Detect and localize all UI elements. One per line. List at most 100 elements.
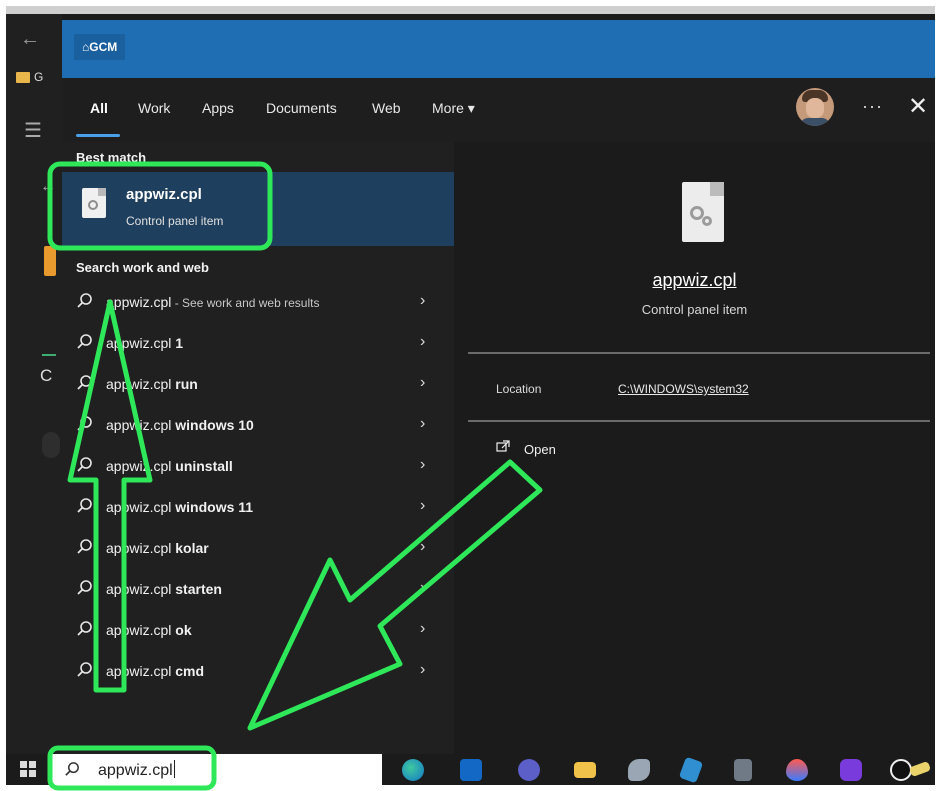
suggestion-text: appwiz.cpl 1 (106, 335, 183, 351)
suggestion-text: appwiz.cpl - See work and web results (106, 294, 319, 310)
edge-icon[interactable] (402, 759, 424, 781)
g-app-icon[interactable] (890, 759, 912, 781)
control-panel-file-icon (682, 182, 724, 242)
taskbar-search-input[interactable]: appwiz.cpl (52, 754, 382, 785)
suggestion-hint: - See work and web results (171, 296, 320, 310)
suggestion-completion: kolar (171, 540, 209, 556)
org-banner: ⌂GCM (62, 20, 935, 78)
chevron-right-icon[interactable]: › (420, 661, 425, 679)
folder-icon (16, 72, 30, 83)
teams-icon[interactable] (518, 759, 540, 781)
tab-all[interactable]: All (90, 100, 108, 116)
search-suggestion-row[interactable]: appwiz.cpl windows 11 › (62, 487, 454, 528)
suggestion-text: appwiz.cpl starten (106, 581, 222, 597)
search-work-web-heading: Search work and web (76, 260, 209, 275)
back-arrow-icon[interactable]: ← (20, 28, 40, 51)
suggestion-text: appwiz.cpl run (106, 376, 198, 392)
purple-app-icon[interactable] (840, 759, 862, 781)
search-suggestion-row[interactable]: appwiz.cpl 1 › (62, 323, 454, 364)
search-icon (77, 293, 92, 308)
suggestion-text: appwiz.cpl ok (106, 622, 192, 638)
outlook-icon[interactable] (460, 759, 482, 781)
suggestion-text: appwiz.cpl windows 11 (106, 499, 253, 515)
search-suggestion-row[interactable]: appwiz.cpl kolar › (62, 528, 454, 569)
calculator-icon[interactable] (734, 759, 752, 781)
best-match-subtitle: Control panel item (126, 214, 224, 228)
tab-work[interactable]: Work (138, 100, 170, 116)
suggestion-query: appwiz.cpl (106, 499, 172, 515)
more-dots-icon[interactable]: ··· (862, 96, 883, 117)
chevron-right-icon[interactable]: › (420, 333, 425, 351)
chevron-right-icon[interactable]: › (420, 579, 425, 597)
search-suggestion-row[interactable]: appwiz.cpl run › (62, 364, 454, 405)
search-suggestion-row[interactable]: appwiz.cpl uninstall › (62, 446, 454, 487)
file-explorer-icon[interactable] (574, 762, 596, 778)
best-match-item[interactable]: appwiz.cpl Control panel item (62, 172, 454, 246)
search-suggestion-row[interactable]: appwiz.cpl - See work and web results › (62, 282, 454, 323)
background-heading-letter: C (40, 366, 53, 385)
windows-start-icon[interactable] (20, 761, 36, 777)
suggestion-completion: windows 10 (171, 417, 254, 433)
search-icon (77, 580, 92, 595)
suggestion-query: appwiz.cpl (106, 663, 172, 679)
chevron-right-icon[interactable]: › (420, 415, 425, 433)
search-suggestion-row[interactable]: appwiz.cpl windows 10 › (62, 405, 454, 446)
search-icon (77, 662, 92, 677)
location-link[interactable]: C:\WINDOWS\system32 (618, 382, 749, 396)
search-icon (77, 457, 92, 472)
background-window: ← G ☰ ← C (6, 14, 62, 754)
suggestion-completion: 1 (171, 335, 184, 351)
search-suggestion-row[interactable]: appwiz.cpl starten › (62, 569, 454, 610)
search-icon (77, 416, 92, 431)
background-tab-label: G (34, 70, 44, 84)
suggestion-text: appwiz.cpl kolar (106, 540, 209, 556)
background-pill (42, 432, 60, 458)
suggestion-completion: uninstall (171, 458, 233, 474)
suggestion-text: appwiz.cpl windows 10 (106, 417, 254, 433)
eraser-icon[interactable] (908, 760, 932, 778)
chevron-right-icon[interactable]: › (420, 456, 425, 474)
hamburger-icon[interactable]: ☰ (24, 118, 42, 143)
start-search-panel: ⌂GCM All Work Apps Documents Web More ▾ … (62, 20, 935, 754)
search-icon (65, 762, 79, 776)
location-label: Location (496, 382, 542, 396)
suggestion-query: appwiz.cpl (106, 458, 172, 474)
window-top-strip (6, 6, 935, 14)
suggestion-completion: ok (171, 622, 192, 638)
open-action[interactable]: Open (524, 442, 556, 457)
tab-documents[interactable]: Documents (266, 100, 337, 116)
chevron-right-icon[interactable]: › (420, 292, 425, 310)
screenshot-frame: ← G ☰ ← C ⌂GCM All Work Apps Documents W… (6, 6, 935, 785)
app-tile-icon (44, 246, 56, 276)
chevron-right-icon[interactable]: › (420, 538, 425, 556)
suggestion-query: appwiz.cpl (106, 417, 172, 433)
search-suggestion-row[interactable]: appwiz.cpl cmd › (62, 651, 454, 692)
close-icon[interactable]: ✕ (908, 92, 928, 121)
active-tab-indicator (76, 134, 120, 137)
suggestion-query: appwiz.cpl (106, 376, 172, 392)
tab-apps[interactable]: Apps (202, 100, 234, 116)
chevron-right-icon[interactable]: › (420, 620, 425, 638)
suggestion-completion: windows 11 (171, 499, 254, 515)
user-avatar[interactable] (796, 88, 834, 126)
best-match-title: appwiz.cpl (126, 186, 202, 203)
detail-title[interactable]: appwiz.cpl (454, 270, 935, 291)
tab-web[interactable]: Web (372, 100, 401, 116)
ink-drop-icon[interactable] (786, 759, 808, 781)
search-suggestion-row[interactable]: appwiz.cpl ok › (62, 610, 454, 651)
suggestion-query: appwiz.cpl (106, 622, 172, 638)
suggestion-completion: run (171, 376, 198, 392)
chevron-right-icon[interactable]: › (420, 374, 425, 392)
suggestion-query: appwiz.cpl (106, 581, 172, 597)
accent-dash (42, 354, 56, 356)
snipping-icon[interactable] (678, 756, 704, 784)
control-panel-file-icon (82, 188, 106, 218)
chevron-right-icon[interactable]: › (420, 497, 425, 515)
paint-icon[interactable] (628, 759, 650, 781)
divider (468, 420, 930, 422)
tab-more[interactable]: More ▾ (432, 100, 475, 117)
suggestion-query: appwiz.cpl (106, 335, 172, 351)
results-list: Best match appwiz.cpl Control panel item… (62, 142, 454, 754)
back-arrow-icon[interactable]: ← (40, 178, 56, 196)
divider (468, 352, 930, 354)
